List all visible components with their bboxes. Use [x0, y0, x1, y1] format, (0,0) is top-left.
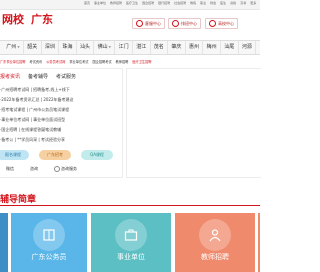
calendar-icon [172, 20, 179, 27]
top-link[interactable]: 医疗卫生 [126, 1, 138, 6]
course-card-teacher[interactable]: 教师招聘 [175, 213, 255, 272]
course-card[interactable] [258, 213, 260, 272]
course-card[interactable] [0, 213, 8, 272]
header-button-label: 客服中心 [145, 20, 161, 26]
header-button-label: 高校中心 [218, 20, 234, 26]
nav-item-city[interactable]: 韶关 [24, 41, 42, 54]
book-icon [43, 229, 55, 241]
top-link[interactable]: 医生 [220, 1, 226, 6]
course-card-civil-servant[interactable]: 广东公务员 [11, 213, 87, 272]
sub-tab[interactable]: 国企招聘考试 [93, 58, 112, 66]
nav-item-city[interactable]: 珠海 [59, 41, 77, 54]
top-link[interactable]: 国企招聘 [142, 1, 154, 6]
course-card-public-institution[interactable]: 事业单位 [91, 213, 171, 272]
nav-item-city[interactable]: 梅州 [203, 41, 221, 54]
nav-item-city[interactable]: 湛江 [133, 41, 151, 54]
school-icon [209, 20, 216, 27]
city-nav-bar: 广州▼ 韶关 深圳 珠海 汕头 佛山▼ 江门 湛江 茂名 肇庆 惠州 梅州 汕尾… [0, 40, 260, 55]
nav-item-city[interactable]: 广州▼ [3, 41, 24, 54]
top-link[interactable]: 社会招聘 [174, 1, 186, 6]
top-link[interactable]: 事业单位 [94, 1, 106, 6]
site-logo[interactable]: 网校 广东 [2, 11, 53, 27]
city-name[interactable]: 广东 [31, 13, 53, 26]
nav-item-city[interactable]: 佛山▼ [94, 41, 116, 54]
list-item[interactable]: ·事业单位考试网 | 事业单位面试班型 [0, 115, 120, 125]
news-panel: 报考资讯 备考辅导 考试服务 ·广州招聘考试网 | 招聘备考,线上+线下 ·20… [0, 68, 123, 178]
pill-button[interactable]: QA课程 [81, 150, 113, 160]
sub-tabs: 广东事业单位招聘 考试资讯 公务员考试网 事业单位考试 国企招聘考试 教师招聘 … [0, 58, 260, 66]
top-link[interactable]: 教练 [190, 1, 196, 6]
header-button-schedule[interactable]: 排班中心 [168, 18, 201, 29]
section-title: 辅导简章 [0, 195, 37, 205]
sub-tab[interactable]: 事业单位考试 [69, 58, 88, 66]
news-tabs: 报考资讯 备考辅导 考试服务 [0, 73, 76, 80]
section-divider [0, 205, 260, 206]
nav-item-city[interactable]: 汕头 [77, 41, 95, 54]
contact-button-label: 咨询服务 [61, 166, 77, 171]
pill-button[interactable]: 报名课程 [0, 150, 29, 160]
briefcase-icon [124, 229, 138, 241]
right-panel [126, 68, 261, 178]
contact-button[interactable]: 微信 [6, 166, 14, 172]
top-link[interactable]: 首页 [84, 1, 90, 6]
top-link[interactable]: 教师招聘 [110, 1, 122, 6]
header-button-college[interactable]: 高校中心 [205, 18, 238, 29]
card-label: 教师招聘 [201, 253, 229, 261]
news-tab[interactable]: 备考辅导 [28, 73, 48, 80]
sub-tab[interactable]: 医疗卫生招聘 [132, 58, 151, 66]
contact-button[interactable]: 咨询服务 [54, 166, 77, 172]
sub-tab[interactable]: 公务员考试网 [46, 58, 65, 66]
contact-buttons: 微信 咨询 咨询服务 [6, 166, 77, 172]
list-item[interactable]: ·国企招聘 | 在线课程答疑笔试教辅 [0, 125, 120, 135]
top-links: 首页 事业单位 教师招聘 医疗卫生 国企招聘 银行招聘 社会招聘 教练 职业 财… [84, 1, 256, 6]
teacher-icon [209, 229, 221, 242]
card-label: 广东公务员 [31, 253, 67, 261]
news-tab[interactable]: 考试服务 [56, 73, 76, 80]
chat-icon [54, 166, 60, 172]
nav-item-city[interactable]: 肇庆 [168, 41, 186, 54]
contact-button-label: 微信 [6, 166, 14, 171]
brand-name: 网校 [2, 13, 24, 26]
card-label: 事业单位 [117, 253, 145, 261]
nav-item-city[interactable]: 江门 [115, 41, 133, 54]
top-link[interactable]: 职业 [200, 1, 206, 6]
nav-item-city[interactable]: 惠州 [186, 41, 204, 54]
list-item[interactable]: ·备考公 | **学员风采 | 考试经验分享 [0, 135, 120, 145]
list-item[interactable]: ·广州招聘考试网 | 招聘备考,线上+线下 [0, 85, 120, 95]
list-item[interactable]: ·招考笔试课程 | 广州市公务员笔试课程 [0, 105, 120, 115]
list-item[interactable]: ·2022年备考资讯汇总 | 2022年备考建议 [0, 95, 120, 105]
top-link[interactable]: 资格 [230, 1, 236, 6]
quick-pills: 报名课程 广东招考 QA课程 [0, 150, 113, 160]
top-link[interactable]: 高考 [240, 1, 246, 6]
top-utility-bar: 首页 事业单位 教师招聘 医疗卫生 国企招聘 银行招聘 社会招聘 教练 职业 财… [0, 0, 260, 10]
pill-button[interactable]: 广东招考 [39, 150, 71, 160]
monitor-icon [136, 20, 143, 27]
top-link[interactable]: 更多 [250, 1, 256, 6]
news-list: ·广州招聘考试网 | 招聘备考,线上+线下 ·2022年备考资讯汇总 | 202… [0, 85, 120, 145]
contact-button[interactable]: 咨询 [30, 166, 38, 172]
news-tab[interactable]: 报考资讯 [0, 73, 20, 80]
header-button-service[interactable]: 客服中心 [132, 18, 165, 29]
nav-item-city[interactable]: 茂名 [151, 41, 169, 54]
sub-tab[interactable]: 广东事业单位招聘 [0, 58, 26, 66]
top-link[interactable]: 银行招聘 [158, 1, 170, 6]
nav-item-city[interactable]: 深圳 [42, 41, 60, 54]
sub-tab[interactable]: 教师招聘 [116, 58, 129, 66]
nav-item-city[interactable]: 汕尾 [221, 41, 239, 54]
top-link[interactable]: 财会 [210, 1, 216, 6]
nav-item-city[interactable]: 河源 [239, 41, 257, 54]
sub-tab[interactable]: 考试资讯 [30, 58, 43, 66]
contact-button-label: 咨询 [30, 166, 38, 171]
header-button-label: 排班中心 [181, 20, 197, 26]
